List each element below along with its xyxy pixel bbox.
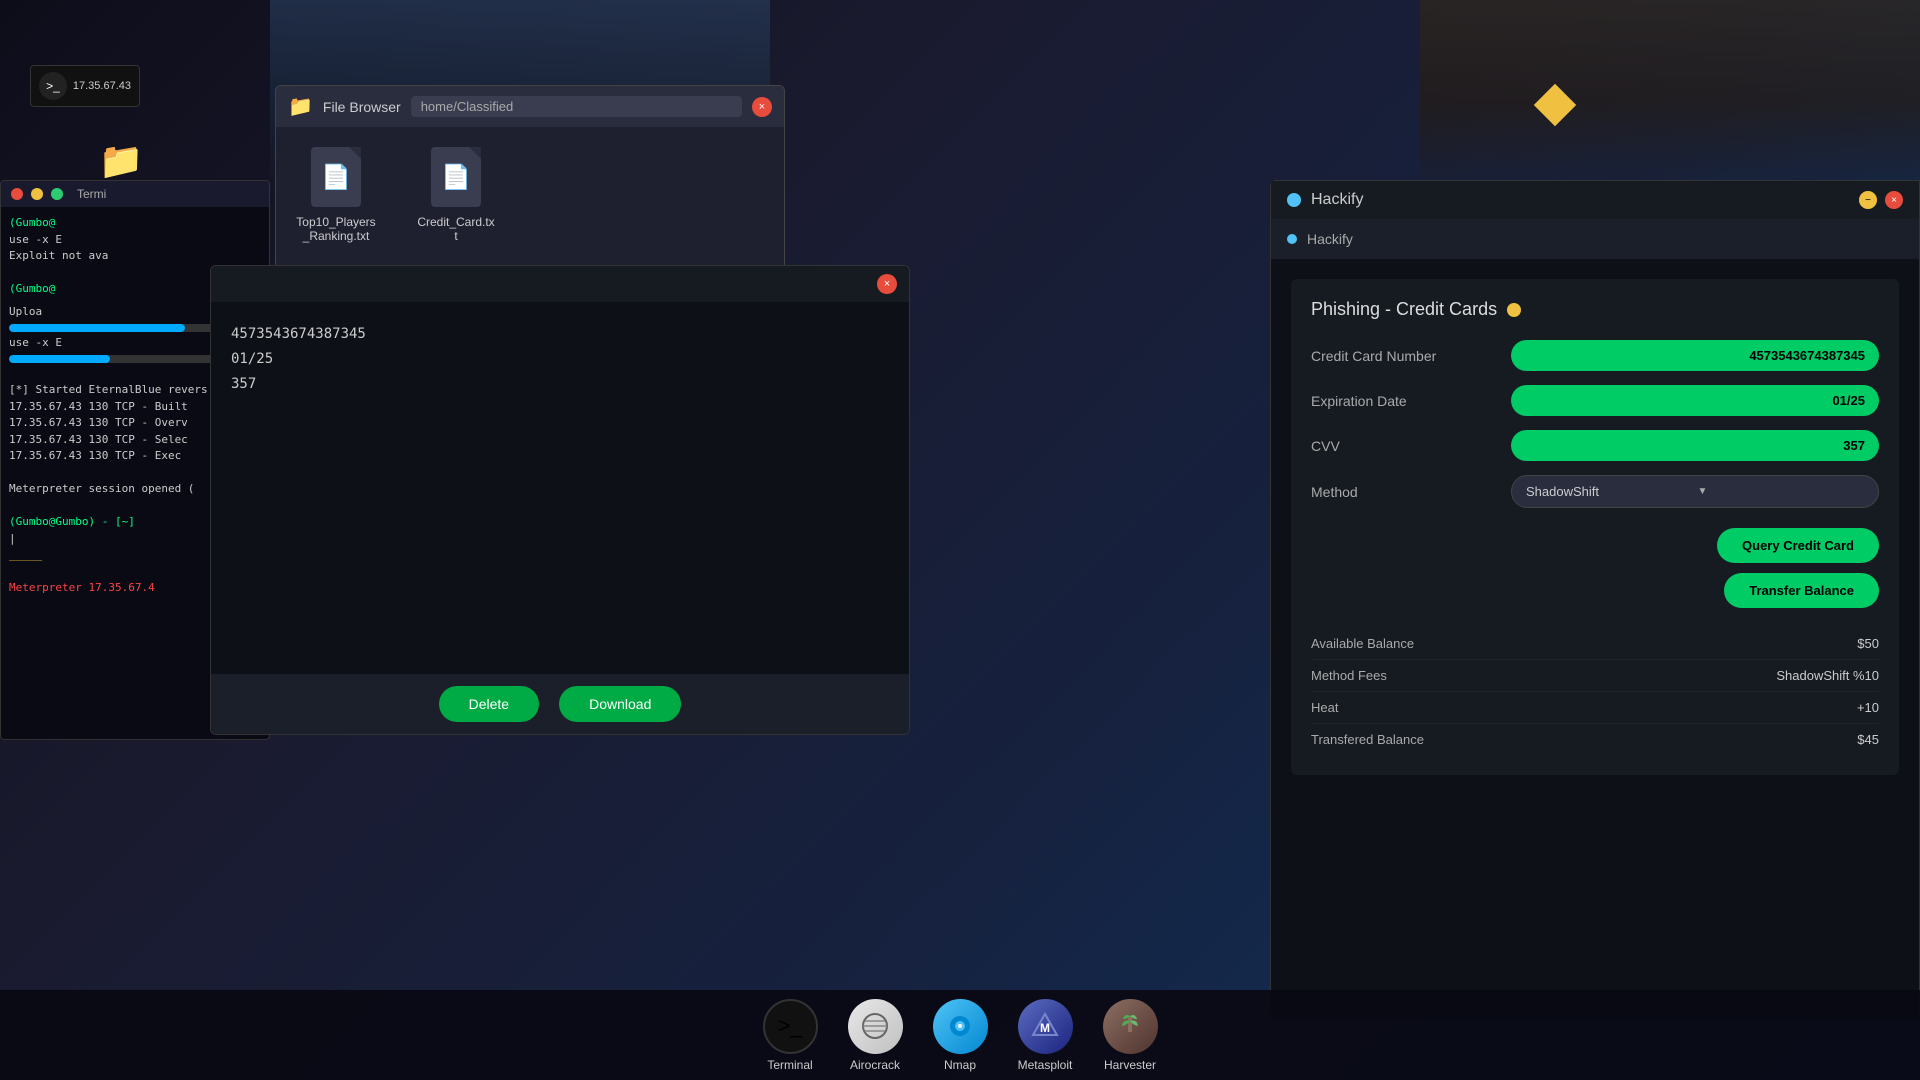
hackify-header: Hackify − × bbox=[1271, 181, 1919, 219]
terminal-main-header: Termi bbox=[1, 181, 269, 207]
method-row: Method ShadowShift ▼ bbox=[1311, 475, 1879, 508]
file-viewer-modal: × 4573543674387345 01/25 357 Delete Down… bbox=[210, 265, 910, 735]
available-balance-label: Available Balance bbox=[1311, 636, 1857, 651]
term-line-3: Exploit not ava bbox=[9, 248, 261, 265]
method-label: Method bbox=[1311, 484, 1511, 500]
file-content-line-2: 01/25 bbox=[231, 347, 889, 372]
file-item-top10-name: Top10_Players_Ranking.txt bbox=[296, 215, 376, 243]
expiration-date-value[interactable]: 01/25 bbox=[1511, 385, 1879, 416]
heat-row: Heat +10 bbox=[1311, 692, 1879, 724]
taskbar-item-metasploit[interactable]: M Metasploit bbox=[1018, 999, 1073, 1072]
expiration-date-label: Expiration Date bbox=[1311, 393, 1511, 409]
query-credit-card-button[interactable]: Query Credit Card bbox=[1717, 528, 1879, 563]
hackify-nav-bar: Hackify bbox=[1271, 219, 1919, 259]
transferred-balance-row: Transfered Balance $45 bbox=[1311, 724, 1879, 755]
file-item-top10[interactable]: 📄 Top10_Players_Ranking.txt bbox=[296, 147, 376, 243]
method-fees-value: ShadowShift %10 bbox=[1776, 668, 1879, 683]
taskbar-icon-harvester bbox=[1103, 999, 1158, 1054]
term-line-2: use -x E bbox=[9, 232, 261, 249]
hackify-window-controls: − × bbox=[1859, 191, 1903, 209]
method-fees-row: Method Fees ShadowShift %10 bbox=[1311, 660, 1879, 692]
action-buttons-area: Query Credit Card Transfer Balance bbox=[1311, 528, 1879, 608]
download-button[interactable]: Download bbox=[559, 686, 681, 722]
file-browser-header: 📁 File Browser home/Classified × bbox=[276, 86, 784, 127]
info-section: Available Balance $50 Method Fees Shadow… bbox=[1311, 628, 1879, 755]
credit-card-row: Credit Card Number 4573543674387345 bbox=[1311, 340, 1879, 371]
cvv-row: CVV 357 bbox=[1311, 430, 1879, 461]
method-fees-label: Method Fees bbox=[1311, 668, 1776, 683]
file-browser-folder-icon: 📁 bbox=[288, 94, 313, 119]
bg-right-deco bbox=[1420, 0, 1920, 200]
taskbar-icon-terminal: >_ bbox=[763, 999, 818, 1054]
file-viewer-footer: Delete Download bbox=[211, 674, 909, 734]
taskbar-icon-nmap bbox=[933, 999, 988, 1054]
credit-card-value[interactable]: 4573543674387345 bbox=[1511, 340, 1879, 371]
hackify-nav-dot bbox=[1287, 234, 1297, 244]
taskbar-label-terminal: Terminal bbox=[767, 1058, 812, 1072]
file-browser-content: 📄 Top10_Players_Ranking.txt 📄 Credit_Car… bbox=[276, 127, 784, 263]
heat-label: Heat bbox=[1311, 700, 1857, 715]
cvv-value[interactable]: 357 bbox=[1511, 430, 1879, 461]
hackify-window-title: Hackify bbox=[1311, 191, 1363, 209]
phishing-credit-cards-section: Phishing - Credit Cards Credit Card Numb… bbox=[1291, 279, 1899, 775]
cvv-label: CVV bbox=[1311, 438, 1511, 454]
transferred-balance-label: Transfered Balance bbox=[1311, 732, 1857, 747]
credit-card-label: Credit Card Number bbox=[1311, 348, 1511, 364]
file-content-line-1: 4573543674387345 bbox=[231, 322, 889, 347]
taskbar-label-nmap: Nmap bbox=[944, 1058, 976, 1072]
file-content-line-3: 357 bbox=[231, 372, 889, 397]
terminal-dot-yellow bbox=[31, 188, 43, 200]
phishing-section-title: Phishing - Credit Cards bbox=[1311, 299, 1497, 320]
taskbar-item-airocrack[interactable]: Airocrack bbox=[848, 999, 903, 1072]
phishing-status-dot bbox=[1507, 303, 1521, 317]
file-browser-path[interactable]: home/Classified bbox=[411, 96, 742, 117]
terminal-title-label: Termi bbox=[77, 187, 106, 201]
terminal-chip-icon: >_ bbox=[39, 72, 67, 100]
hackify-close-button[interactable]: × bbox=[1885, 191, 1903, 209]
file-item-creditcard-icon: 📄 bbox=[431, 147, 481, 207]
file-item-creditcard[interactable]: 📄 Credit_Card.txt bbox=[416, 147, 496, 243]
heat-value: +10 bbox=[1857, 700, 1879, 715]
file-browser-title: File Browser bbox=[323, 99, 401, 115]
available-balance-row: Available Balance $50 bbox=[1311, 628, 1879, 660]
taskbar-icon-airocrack bbox=[848, 999, 903, 1054]
transfer-balance-button[interactable]: Transfer Balance bbox=[1724, 573, 1879, 608]
term-line-1: (Gumbo@ bbox=[9, 215, 261, 232]
available-balance-value: $50 bbox=[1857, 636, 1879, 651]
terminal-dot-red bbox=[11, 188, 23, 200]
hackify-nav-label: Hackify bbox=[1307, 231, 1353, 247]
taskbar-label-airocrack: Airocrack bbox=[850, 1058, 900, 1072]
hackify-minimize-button[interactable]: − bbox=[1859, 191, 1877, 209]
terminal-chip-ip: 17.35.67.43 bbox=[73, 80, 131, 92]
taskbar-label-metasploit: Metasploit bbox=[1018, 1058, 1073, 1072]
method-select[interactable]: ShadowShift ▼ bbox=[1511, 475, 1879, 508]
file-viewer-content: 4573543674387345 01/25 357 bbox=[211, 302, 909, 418]
delete-button[interactable]: Delete bbox=[439, 686, 539, 722]
file-viewer-close-button[interactable]: × bbox=[877, 274, 897, 294]
phishing-header: Phishing - Credit Cards bbox=[1311, 299, 1879, 320]
taskbar-item-harvester[interactable]: Harvester bbox=[1103, 999, 1158, 1072]
file-browser-close-button[interactable]: × bbox=[752, 97, 772, 117]
hackify-panel: Hackify − × Hackify Phishing - Credit Ca… bbox=[1270, 180, 1920, 1020]
terminal-chip[interactable]: >_ 17.35.67.43 bbox=[30, 65, 140, 107]
expiration-date-row: Expiration Date 01/25 bbox=[1311, 385, 1879, 416]
file-viewer-header: × bbox=[211, 266, 909, 302]
hackify-status-dot bbox=[1287, 193, 1301, 207]
upload-label: Uploa bbox=[9, 305, 42, 318]
method-dropdown-arrow: ▼ bbox=[1698, 486, 1865, 497]
file-item-creditcard-name: Credit_Card.txt bbox=[416, 215, 496, 243]
taskbar: >_ Terminal Airocrack Nmap M bbox=[0, 990, 1920, 1080]
transferred-balance-value: $45 bbox=[1857, 732, 1879, 747]
hackify-main-content: Phishing - Credit Cards Credit Card Numb… bbox=[1271, 259, 1919, 795]
taskbar-item-terminal[interactable]: >_ Terminal bbox=[763, 999, 818, 1072]
svg-text:M: M bbox=[1040, 1021, 1050, 1035]
method-value: ShadowShift bbox=[1526, 484, 1693, 499]
terminal-dot-green bbox=[51, 188, 63, 200]
taskbar-label-harvester: Harvester bbox=[1104, 1058, 1156, 1072]
taskbar-icon-metasploit: M bbox=[1018, 999, 1073, 1054]
file-item-top10-icon: 📄 bbox=[311, 147, 361, 207]
folder-classified-icon: 📁 bbox=[99, 140, 144, 182]
taskbar-item-nmap[interactable]: Nmap bbox=[933, 999, 988, 1072]
